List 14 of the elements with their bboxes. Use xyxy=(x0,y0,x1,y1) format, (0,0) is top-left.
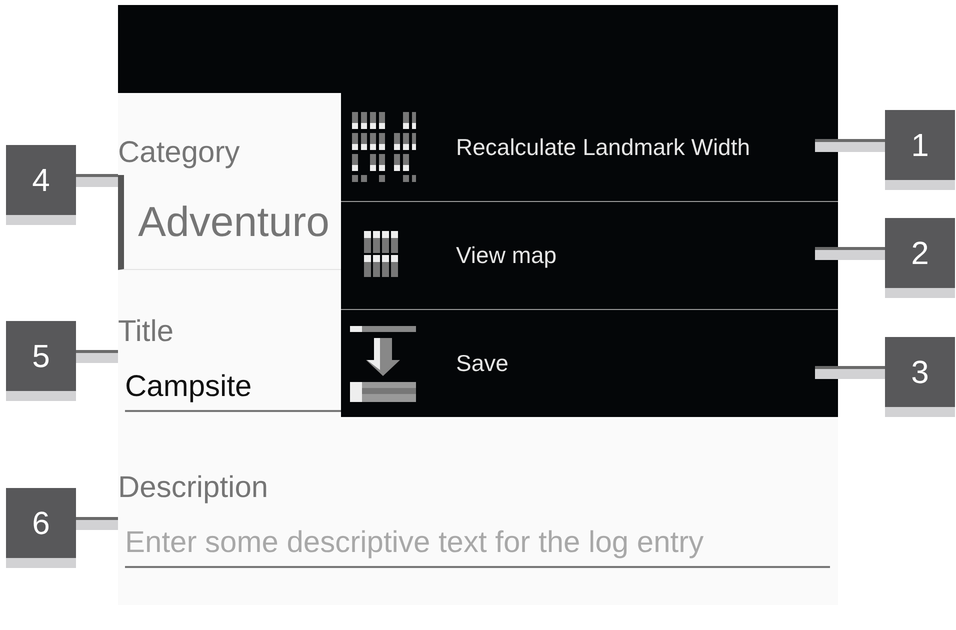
download-arrow-icon xyxy=(350,324,416,404)
menu-item[interactable]: Recalculate Landmark Width xyxy=(341,93,838,201)
menu-item[interactable]: Save xyxy=(341,309,838,417)
callout-number: 3 xyxy=(885,337,955,407)
field-label: Title xyxy=(118,314,174,350)
callout-number: 5 xyxy=(6,321,76,391)
bar-grid-icon xyxy=(350,112,416,182)
callout-number: 6 xyxy=(6,488,76,558)
input-field[interactable]: Enter some descriptive text for the log entry xyxy=(125,522,830,568)
field-label: Category xyxy=(118,135,240,171)
field-label: Description xyxy=(118,470,268,506)
callout-number: 1 xyxy=(885,110,955,180)
callout-number: 2 xyxy=(885,218,955,288)
callout-number: 4 xyxy=(6,145,76,215)
